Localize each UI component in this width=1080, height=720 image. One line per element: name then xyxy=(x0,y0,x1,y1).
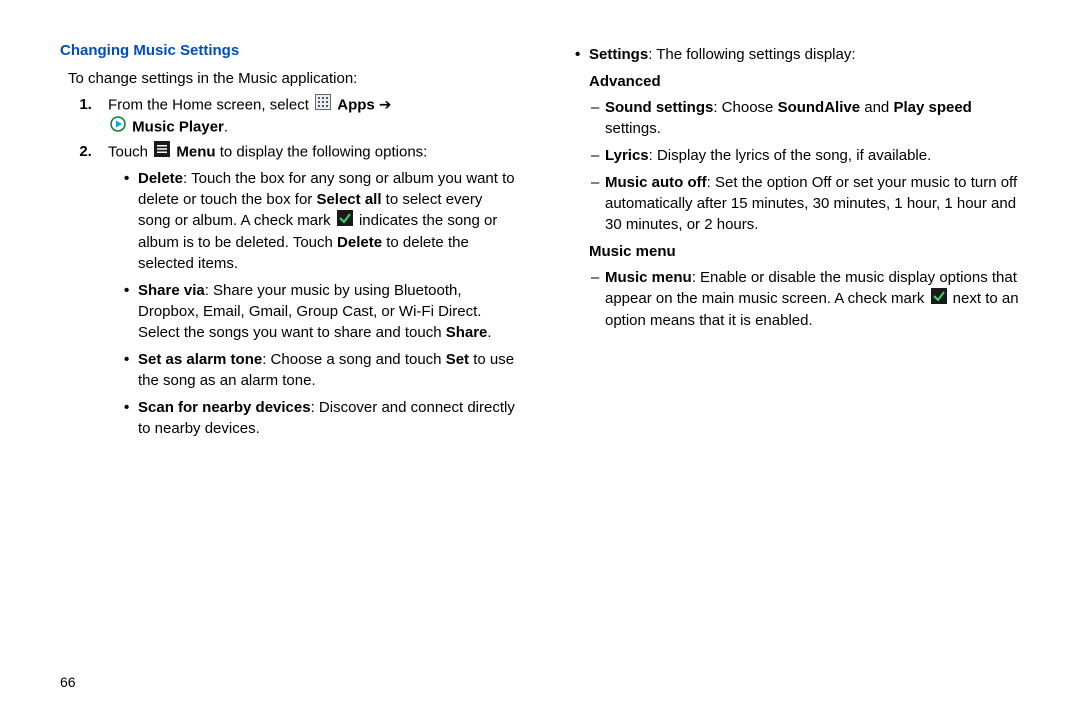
sound-text-b: and xyxy=(860,99,893,116)
option-sound-settings: Sound settings: Choose SoundAlive and Pl… xyxy=(591,97,1030,139)
left-column: Changing Music Settings To change settin… xyxy=(60,40,515,680)
page-number: 66 xyxy=(60,674,76,690)
soundalive-label: SoundAlive xyxy=(778,99,861,116)
sound-text-c: settings. xyxy=(605,120,661,137)
share-label-2: Share xyxy=(446,324,488,341)
arrow: ➔ xyxy=(375,96,392,113)
music-player-icon xyxy=(110,116,126,139)
settings-label: Settings xyxy=(589,46,648,63)
page: Changing Music Settings To change settin… xyxy=(0,0,1080,700)
section-title: Changing Music Settings xyxy=(60,40,515,62)
steps-list: From the Home screen, select Apps ➔ xyxy=(78,94,515,439)
checkmark-icon xyxy=(931,288,947,310)
share-text-b: . xyxy=(487,324,491,341)
sound-settings-label: Sound settings xyxy=(605,99,713,116)
music-menu-label: Music menu xyxy=(605,269,692,286)
step-2: Touch Menu to display the following opti… xyxy=(96,141,515,439)
options-list: Delete: Touch the box for any song or al… xyxy=(108,168,515,439)
option-delete: Delete: Touch the box for any song or al… xyxy=(124,168,515,274)
set-label: Set xyxy=(446,351,469,368)
music-player-label: Music Player xyxy=(132,119,224,136)
option-lyrics: Lyrics: Display the lyrics of the song, … xyxy=(591,145,1030,166)
delete-label-2: Delete xyxy=(337,234,382,251)
menu-icon xyxy=(154,141,170,164)
select-all-label: Select all xyxy=(316,191,381,208)
checkmark-icon xyxy=(337,210,353,232)
step-1: From the Home screen, select Apps ➔ xyxy=(96,94,515,140)
option-settings: Settings: The following settings display… xyxy=(575,44,1030,65)
lyrics-text: : Display the lyrics of the song, if ava… xyxy=(649,147,932,164)
option-music-menu: Music menu: Enable or disable the music … xyxy=(591,267,1030,331)
right-column: Settings: The following settings display… xyxy=(575,40,1030,680)
step1-text-a: From the Home screen, select xyxy=(108,96,313,113)
step2-text-a: Touch xyxy=(108,143,152,160)
apps-grid-icon xyxy=(315,94,331,117)
option-music-auto-off: Music auto off: Set the option Off or se… xyxy=(591,172,1030,235)
share-label: Share via xyxy=(138,282,205,299)
option-share: Share via: Share your music by using Blu… xyxy=(124,280,515,343)
scan-label: Scan for nearby devices xyxy=(138,399,311,416)
lyrics-label: Lyrics xyxy=(605,147,649,164)
music-menu-list: Music menu: Enable or disable the music … xyxy=(575,267,1030,331)
apps-label: Apps xyxy=(337,96,375,113)
intro-text: To change settings in the Music applicat… xyxy=(68,68,515,90)
sound-text-a: : Choose xyxy=(713,99,777,116)
advanced-list: Sound settings: Choose SoundAlive and Pl… xyxy=(575,97,1030,235)
advanced-heading: Advanced xyxy=(589,71,1030,93)
music-menu-heading: Music menu xyxy=(589,241,1030,263)
menu-label: Menu xyxy=(176,143,215,160)
step1-dot: . xyxy=(224,119,228,136)
option-alarm: Set as alarm tone: Choose a song and tou… xyxy=(124,349,515,391)
alarm-text-a: : Choose a song and touch xyxy=(262,351,445,368)
play-speed-label: Play speed xyxy=(893,99,971,116)
delete-label: Delete xyxy=(138,170,183,187)
settings-root: Settings: The following settings display… xyxy=(575,44,1030,65)
step2-text-b: to display the following options: xyxy=(216,143,428,160)
auto-off-label: Music auto off xyxy=(605,174,707,191)
alarm-label: Set as alarm tone xyxy=(138,351,262,368)
settings-text: : The following settings display: xyxy=(648,46,855,63)
option-scan: Scan for nearby devices: Discover and co… xyxy=(124,397,515,439)
